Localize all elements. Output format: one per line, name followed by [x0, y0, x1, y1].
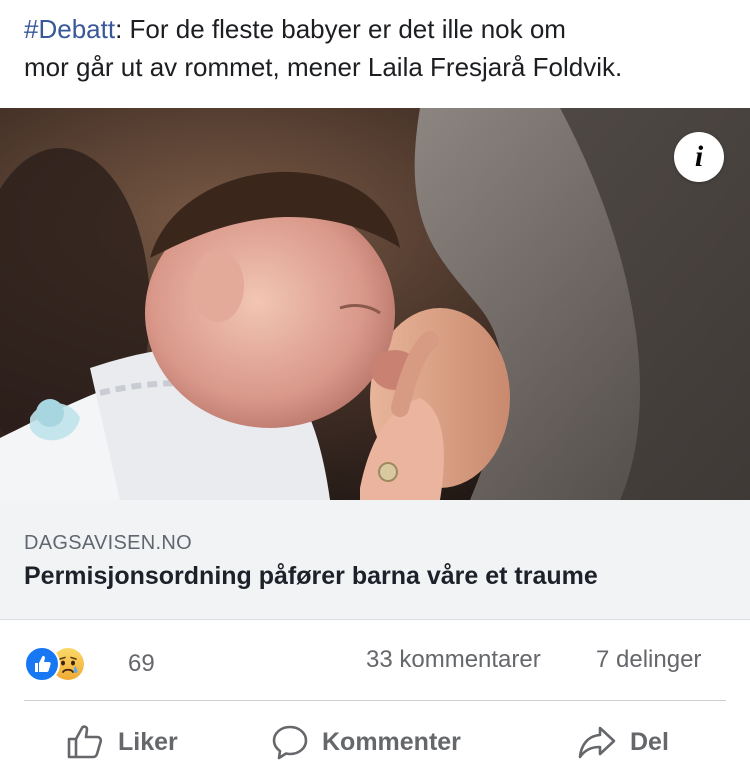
like-button[interactable]: Liker	[66, 718, 178, 766]
post-text-line2: mor går ut av rommet, mener Laila Fresja…	[24, 52, 623, 82]
like-icon	[24, 646, 60, 682]
like-label: Liker	[118, 727, 178, 756]
comments-count[interactable]: 33 kommentarer	[366, 646, 541, 674]
link-preview-image[interactable]: i	[0, 108, 750, 500]
comment-button[interactable]: Kommenter	[272, 718, 461, 766]
actions-divider	[24, 700, 726, 701]
post-text-line1: : For de fleste babyer er det ille nok o…	[115, 14, 566, 44]
post-stats: 69 33 kommentarer 7 delinger	[0, 640, 750, 684]
action-bar: Liker Kommenter Del	[0, 718, 750, 766]
photo-mother-nursing-baby	[0, 108, 750, 500]
link-domain: DAGSAVISEN.NO	[24, 532, 193, 554]
link-card[interactable]: DAGSAVISEN.NO Permisjonsordning påfører …	[0, 500, 750, 620]
share-arrow-icon	[578, 726, 616, 759]
thumbs-up-icon	[67, 725, 103, 759]
share-button[interactable]: Del	[578, 718, 669, 766]
post-text: #Debatt: For de fleste babyer er det ill…	[24, 10, 734, 86]
info-icon[interactable]: i	[674, 132, 724, 182]
comment-bubble-icon	[272, 725, 308, 760]
share-label: Del	[630, 727, 669, 756]
comment-label: Kommenter	[322, 727, 461, 756]
link-title[interactable]: Permisjonsordning påfører barna våre et …	[24, 562, 598, 591]
shares-count[interactable]: 7 delinger	[596, 646, 701, 674]
hashtag-link[interactable]: #Debatt	[24, 14, 115, 44]
reaction-count: 69	[128, 650, 155, 677]
